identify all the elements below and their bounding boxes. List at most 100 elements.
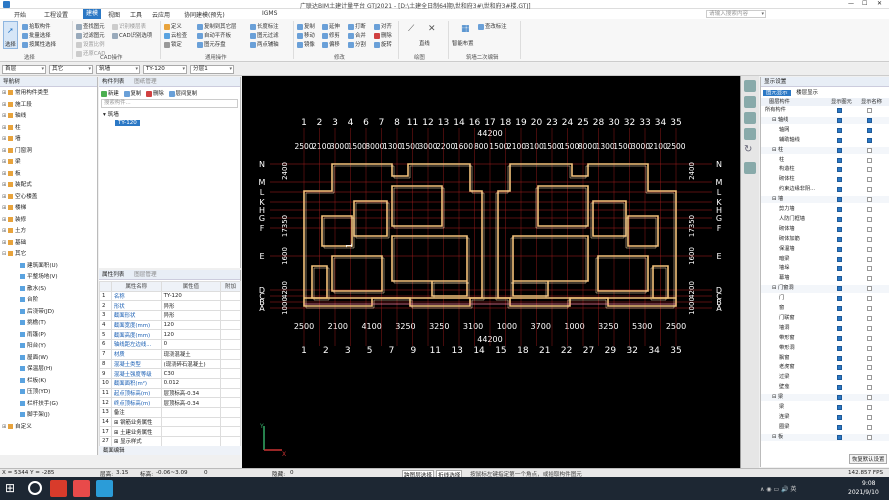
prop-extra[interactable] — [220, 339, 241, 350]
display-row[interactable]: 构造柱 — [761, 166, 889, 173]
show-name-checkbox[interactable] — [867, 236, 872, 242]
nav-item[interactable]: 阳台(Y) — [14, 341, 46, 351]
prop-value[interactable] — [160, 406, 222, 418]
show-name-checkbox[interactable] — [867, 355, 872, 361]
display-row[interactable]: 带形窗 — [761, 335, 889, 342]
floor-plan-drawing[interactable]: 1 2 3 4 6 7 8 11 12 13 14 16 17 18 19 20 23 24 25 28 30 32 33 3… — [242, 76, 740, 468]
view-3d-icon[interactable] — [744, 80, 756, 92]
nav-item[interactable]: 栏杆扶手(G) — [14, 399, 58, 409]
display-row[interactable]: 所有构件 — [761, 107, 889, 114]
show-element-checkbox[interactable] — [837, 216, 842, 222]
show-name-checkbox[interactable] — [867, 345, 872, 351]
show-element-checkbox[interactable] — [837, 266, 842, 272]
display-row[interactable]: 幕墙 — [761, 275, 889, 282]
building-unit[interactable] — [495, 163, 677, 309]
tab-tools[interactable]: 工具 — [130, 10, 142, 19]
table-row[interactable]: 2 形状 异形 — [99, 300, 241, 312]
show-name-checkbox[interactable] — [867, 137, 872, 143]
draw-line-button[interactable]: ⟋ ✕ 直线 — [404, 22, 444, 50]
prop-extra[interactable] — [220, 290, 241, 302]
check-label-button[interactable]: 查改标注 — [478, 22, 514, 31]
table-row[interactable]: 14 ⊞ 钢筋业务属性 — [99, 416, 241, 428]
cloud-check-button[interactable]: 云检查 — [164, 31, 194, 40]
tab-start[interactable]: 开始 — [14, 10, 26, 19]
floor-select[interactable]: 首层 — [2, 65, 46, 74]
nav-item[interactable]: 挑檐(T) — [14, 318, 46, 328]
prop-value[interactable]: 异形 — [160, 310, 222, 321]
show-element-checkbox[interactable] — [837, 137, 842, 143]
tab-collab[interactable]: 协同建模(预先) — [184, 10, 225, 19]
show-name-checkbox[interactable] — [867, 365, 872, 371]
zoom-extent-icon[interactable] — [744, 162, 756, 174]
display-row[interactable]: 壁龛 — [761, 384, 889, 391]
show-name-checkbox[interactable] — [867, 315, 872, 321]
table-row[interactable]: 13 备注 — [99, 406, 241, 418]
restore-default-button[interactable]: 恢复默认设置 — [849, 454, 888, 464]
show-element-checkbox[interactable] — [837, 246, 842, 252]
prop-value[interactable] — [160, 416, 222, 428]
display-row[interactable]: 砌体柱 — [761, 176, 889, 183]
display-row[interactable]: 老虎窗 — [761, 364, 889, 371]
display-row[interactable]: ⊟ 轴线 — [761, 116, 889, 125]
show-element-checkbox[interactable] — [837, 127, 842, 133]
show-element-checkbox[interactable] — [837, 365, 842, 371]
component-search-input[interactable]: 搜索构件... — [101, 99, 238, 108]
nav-item[interactable]: ⊞ 土方 — [2, 226, 26, 236]
tree-item-ty120[interactable]: TY-120 — [115, 120, 140, 126]
display-row[interactable]: 过梁 — [761, 374, 889, 381]
nav-item[interactable]: ⊞ 基础 — [2, 238, 26, 248]
break-button[interactable]: 打断 — [348, 22, 372, 31]
nav-item[interactable]: ⊞ 空心楼盖 — [2, 192, 37, 202]
nav-item[interactable]: ⊞ 梁 — [2, 157, 21, 167]
show-element-checkbox[interactable] — [837, 187, 842, 193]
nav-item[interactable]: ⊞ 装修 — [2, 215, 26, 225]
nav-item[interactable]: 保温层(H) — [14, 364, 52, 374]
show-name-checkbox[interactable] — [867, 325, 872, 331]
select-button[interactable]: ➚ 选择 — [3, 21, 18, 49]
show-element-checkbox[interactable] — [837, 236, 842, 242]
show-element-checkbox[interactable] — [837, 296, 842, 302]
length-dim-button[interactable]: 长度标注 — [250, 22, 290, 31]
show-element-checkbox[interactable] — [837, 207, 842, 212]
system-tray-icons[interactable]: ∧ ◉ ▭ 🔊 英 — [760, 484, 796, 493]
show-element-checkbox[interactable] — [837, 276, 842, 282]
save-element-button[interactable]: 图元存盘 — [197, 40, 247, 49]
prop-value[interactable]: C30 — [160, 368, 222, 379]
show-name-checkbox[interactable] — [867, 276, 872, 282]
nav-item[interactable]: ⊞ 常用构件类型 — [2, 88, 49, 98]
show-element-checkbox[interactable] — [837, 177, 842, 183]
display-row[interactable]: 带形洞 — [761, 345, 889, 352]
component-select[interactable]: TY-120 — [143, 65, 187, 74]
auto-level-button[interactable]: 自动平齐板 — [197, 31, 247, 40]
nav-item[interactable]: ⊞ 板 — [2, 169, 21, 179]
display-row[interactable]: 门 — [761, 295, 889, 302]
prop-value[interactable]: 120 — [160, 319, 222, 331]
show-name-checkbox[interactable] — [867, 266, 872, 272]
nav-item[interactable]: 屋面(W) — [14, 353, 48, 363]
table-row[interactable]: 5 截面高度(mm) 120 — [99, 329, 241, 341]
show-name-checkbox[interactable] — [867, 395, 872, 401]
trim-button[interactable]: 修剪 — [322, 31, 346, 40]
show-element-checkbox[interactable] — [837, 147, 842, 153]
show-name-checkbox[interactable] — [867, 177, 872, 183]
nav-item[interactable]: 脚手架(J) — [14, 410, 50, 420]
element-filter-button[interactable]: 图元过滤 — [250, 31, 290, 40]
show-element-checkbox[interactable] — [837, 375, 842, 381]
prop-extra[interactable] — [220, 348, 241, 360]
show-name-checkbox[interactable] — [867, 207, 872, 212]
prop-extra[interactable] — [220, 426, 241, 437]
display-row[interactable]: 砌体墙 — [761, 226, 889, 233]
prop-extra[interactable] — [220, 329, 241, 341]
tab-floor-display[interactable]: 楼层显示 — [796, 90, 818, 96]
tree-root[interactable]: ▾ 筑墙 — [103, 110, 119, 118]
show-element-checkbox[interactable] — [837, 286, 842, 292]
nav-item[interactable]: ⊞ 装配式 — [2, 180, 32, 190]
display-row[interactable]: 梁 — [761, 404, 889, 411]
new-button[interactable]: 新建 — [101, 90, 119, 97]
tab-property-list[interactable]: 属性列表 — [102, 272, 124, 278]
search-icon[interactable] — [28, 481, 42, 495]
minimize-icon[interactable]: — — [848, 0, 854, 7]
table-row[interactable]: 8 混凝土类型 (现浇碎石混凝土) — [99, 358, 241, 370]
show-element-checkbox[interactable] — [837, 117, 842, 123]
show-name-checkbox[interactable] — [867, 414, 872, 420]
